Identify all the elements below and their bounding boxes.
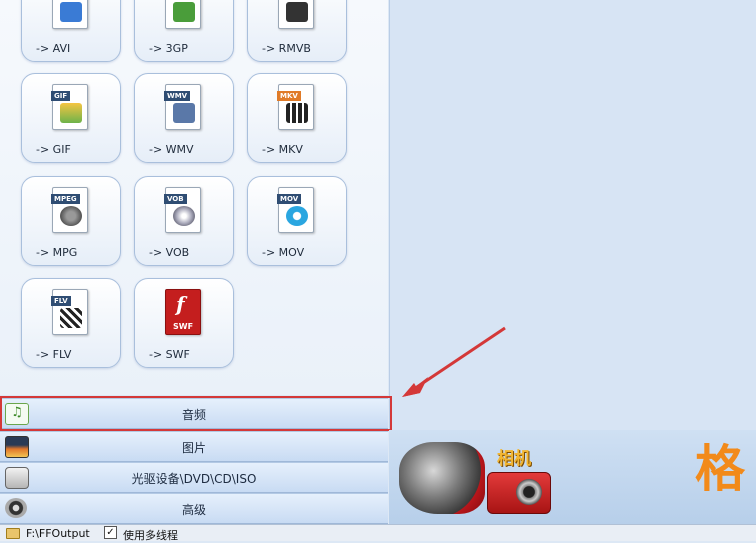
- gif-file-icon: GIF: [51, 84, 88, 130]
- tile-gif[interactable]: GIF -> GIF: [21, 73, 121, 163]
- tile-vob-label: -> VOB: [149, 246, 190, 259]
- tile-mov[interactable]: MOV -> MOV: [247, 176, 347, 266]
- mov-tag: MOV: [277, 194, 302, 204]
- audio-highlight-box: [0, 396, 392, 431]
- camera-label: 相机: [497, 449, 531, 469]
- tile-rmvb-label: -> RMVB: [262, 42, 311, 55]
- ad-banner[interactable]: 相机 格: [389, 430, 756, 524]
- 3gp-file-icon: [165, 0, 201, 29]
- flash-icon: f: [176, 292, 185, 316]
- wmv-file-icon: WMV: [164, 84, 201, 130]
- category-rom-label: 光驱设备\DVD\CD\ISO: [131, 472, 257, 486]
- tile-avi-label: -> AVI: [36, 42, 71, 55]
- flv-tag: FLV: [51, 296, 71, 306]
- flv-file-icon: FLV: [51, 289, 88, 335]
- vob-tag: VOB: [164, 194, 187, 204]
- banner-char: 格: [695, 440, 745, 498]
- tile-mpg-label: -> MPG: [36, 246, 78, 259]
- tile-rmvb[interactable]: -> RMVB: [247, 0, 347, 62]
- category-picture[interactable]: 图片: [0, 431, 388, 462]
- mpg-file-icon: MPEG: [51, 187, 88, 233]
- category-advanced-label: 高级: [181, 503, 206, 517]
- mpeg-tag: MPEG: [51, 194, 80, 204]
- swf-file-icon: f SWF: [165, 289, 201, 335]
- tile-wmv-label: -> WMV: [149, 143, 194, 156]
- swf-tag: SWF: [173, 322, 194, 331]
- format-panel: -> AVI -> 3GP -> RMVB GIF -> GIF WMV -> …: [0, 0, 388, 395]
- tile-swf-label: -> SWF: [149, 348, 190, 361]
- tile-mpg[interactable]: MPEG -> MPG: [21, 176, 121, 266]
- gif-tag: GIF: [51, 91, 71, 101]
- mov-file-icon: MOV: [277, 187, 314, 233]
- status-bar: F:\FFOutput ✓ 使用多线程: [0, 524, 756, 542]
- multithread-checkbox[interactable]: ✓: [104, 526, 117, 539]
- tile-mov-label: -> MOV: [262, 246, 305, 259]
- category-picture-label: 图片: [181, 441, 206, 455]
- wmv-tag: WMV: [164, 91, 191, 101]
- tile-gif-label: -> GIF: [36, 143, 71, 156]
- output-path[interactable]: F:\FFOutput: [26, 527, 90, 540]
- mkv-file-icon: MKV: [277, 84, 314, 130]
- tile-flv[interactable]: FLV -> FLV: [21, 278, 121, 368]
- mkv-tag: MKV: [277, 91, 301, 101]
- tile-wmv[interactable]: WMV -> WMV: [134, 73, 234, 163]
- category-advanced[interactable]: 高级: [0, 493, 388, 524]
- category-rom[interactable]: 光驱设备\DVD\CD\ISO: [0, 462, 388, 493]
- folder-icon: [6, 528, 20, 539]
- camera-image: [487, 472, 551, 514]
- avi-file-icon: [52, 0, 88, 29]
- camcorder-image: [399, 442, 485, 514]
- tile-swf[interactable]: f SWF -> SWF: [134, 278, 234, 368]
- multithread-label: 使用多线程: [123, 529, 178, 542]
- rmvb-file-icon: [278, 0, 314, 29]
- tile-flv-label: -> FLV: [36, 348, 72, 361]
- tile-vob[interactable]: VOB -> VOB: [134, 176, 234, 266]
- vob-file-icon: VOB: [164, 187, 201, 233]
- tile-mkv-label: -> MKV: [262, 143, 303, 156]
- tile-avi[interactable]: -> AVI: [21, 0, 121, 62]
- tile-mkv[interactable]: MKV -> MKV: [247, 73, 347, 163]
- annotation-arrow: [402, 326, 506, 397]
- tile-3gp-label: -> 3GP: [149, 42, 188, 55]
- tile-3gp[interactable]: -> 3GP: [134, 0, 234, 62]
